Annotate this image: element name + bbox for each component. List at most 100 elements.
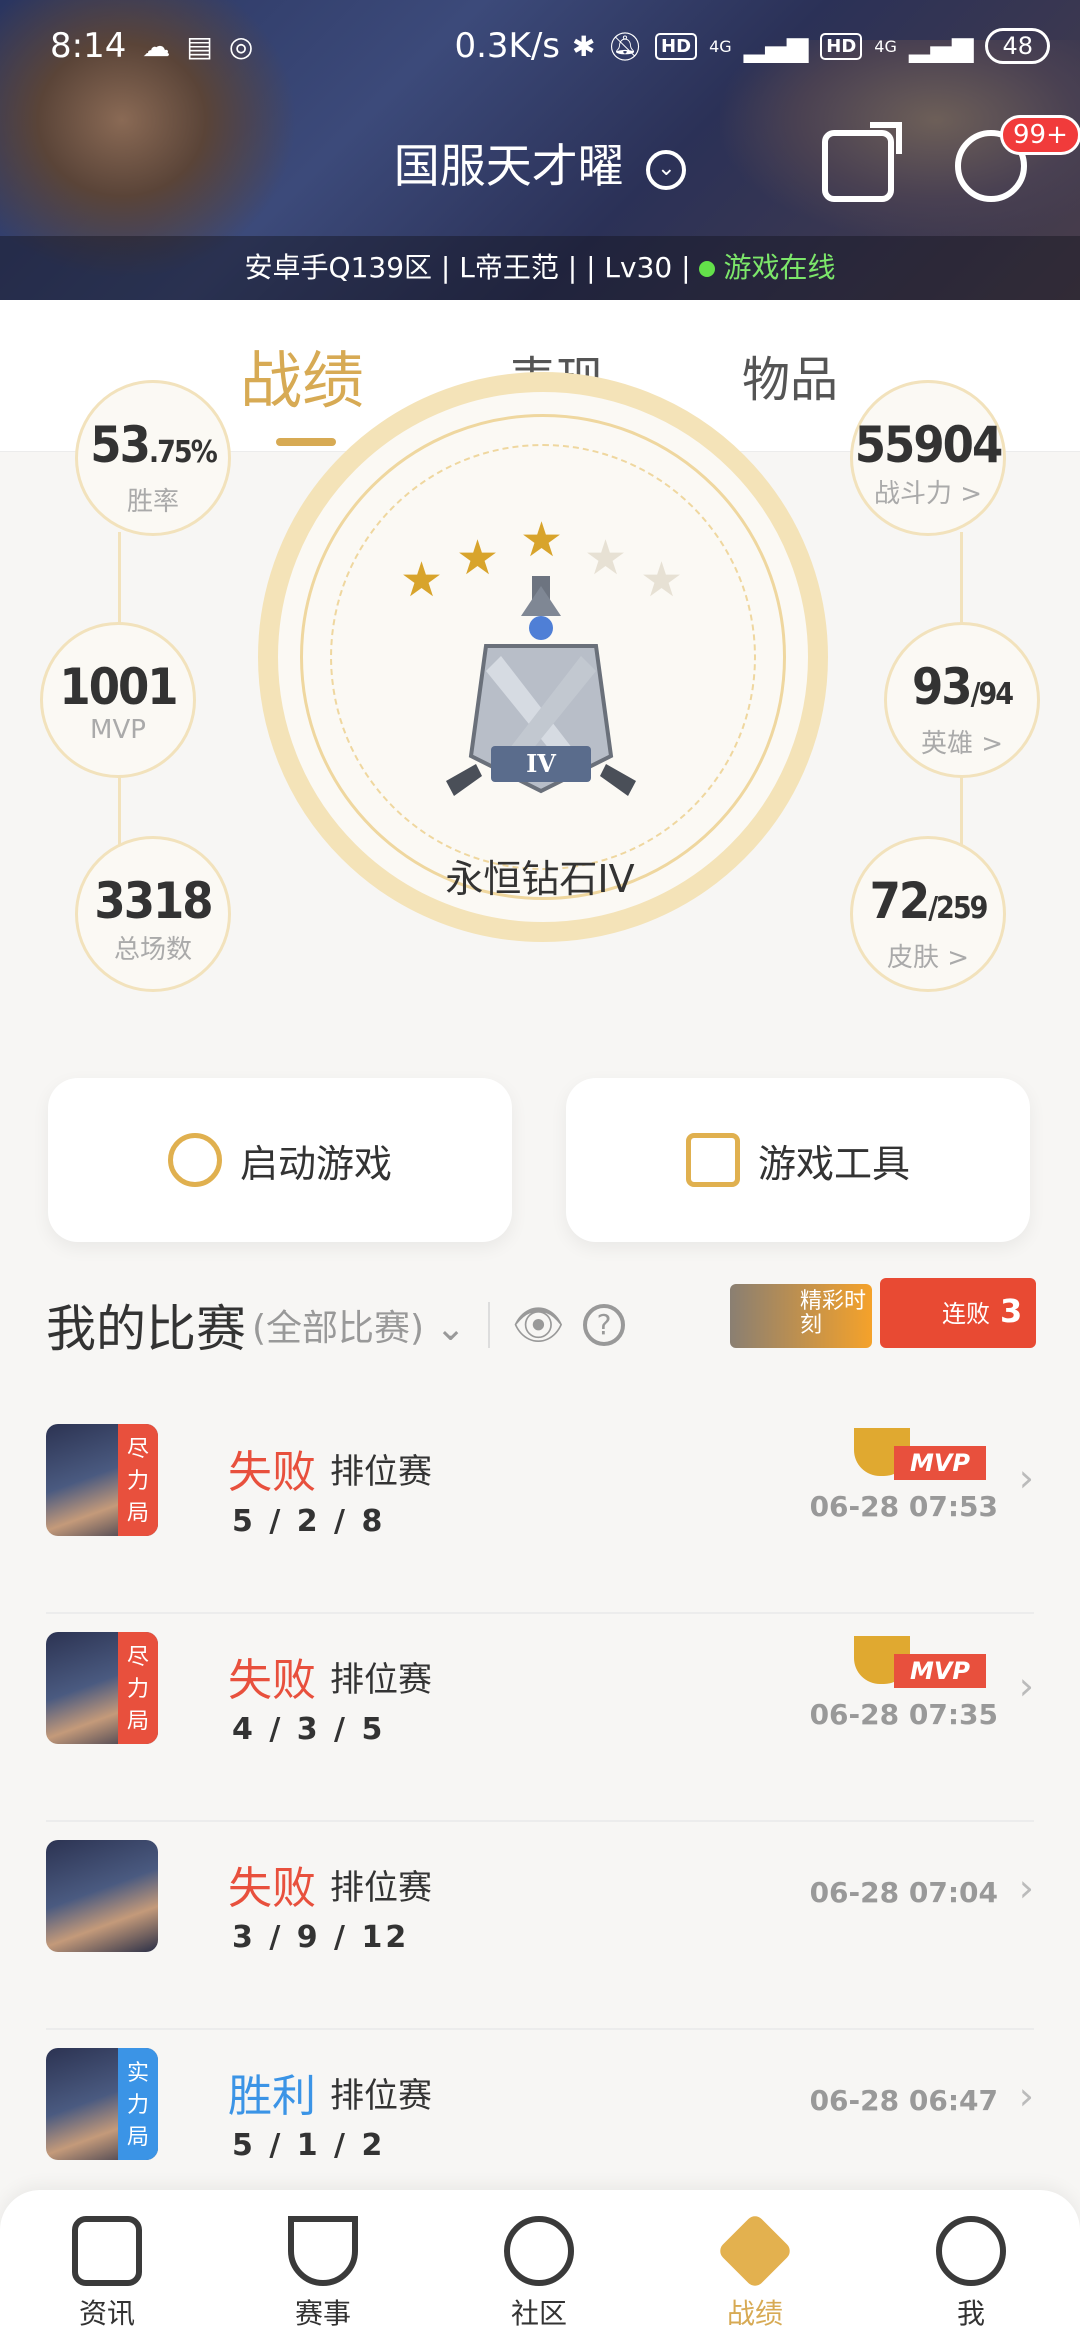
heroes-total: /94 (970, 677, 1014, 712)
skins-value: 72 (869, 872, 931, 930)
match-row[interactable]: 尽力局 失败 排位赛 4 / 3 / 5 MVP 06-28 07:35 › (46, 1614, 1034, 1822)
hero-avatar (46, 1840, 158, 1952)
online-dot-icon (699, 261, 716, 277)
divider (487, 1302, 490, 1348)
match-tag: 尽力局 (118, 1632, 158, 1744)
match-time: 06-28 06:47 (809, 2084, 998, 2117)
stat-power[interactable]: 55904 战斗力 > (850, 380, 1006, 536)
winrate-decimal: .75% (148, 435, 218, 470)
game-tools-button[interactable]: 游戏工具 (566, 1078, 1030, 1242)
heroes-label: 英雄 > (920, 729, 1004, 759)
stat-winrate: 53.75% 胜率 (75, 380, 231, 536)
streak-badge[interactable]: 连败 3 (880, 1278, 1036, 1348)
mvp-label: MVP (90, 715, 146, 745)
account-name: 国服天才曜 (393, 139, 624, 193)
star-empty-icon: ★ (640, 552, 684, 608)
match-filter-dropdown[interactable]: (全部比赛) ⌄ (252, 1299, 466, 1351)
nav-events-label: 赛事 (294, 2297, 351, 2330)
match-kda: 4 / 3 / 5 (232, 1712, 386, 1747)
account-info-bar: 安卓手Q139区 | L帝王范 | | Lv30 | 游戏在线 (0, 236, 1080, 300)
match-result: 失败 (228, 1655, 316, 1706)
profile-header: 8:14 ☁ ▤ ◎ 0.3K/s ✱ 🔕︎ HD 4G ▂▄▆ HD 4G ▂… (0, 0, 1080, 300)
total-games-value: 3318 (94, 872, 213, 930)
skins-total: /259 (928, 891, 988, 926)
account-switcher[interactable]: 国服天才曜 ⌄ (0, 130, 1080, 196)
nav-me[interactable]: 我 (911, 2216, 1031, 2332)
total-games-label: 总场数 (113, 935, 192, 965)
nav-events[interactable]: 赛事 (263, 2216, 383, 2332)
message-badge: 99+ (1000, 115, 1080, 155)
stat-skins[interactable]: 72/259 皮肤 > (850, 836, 1006, 992)
match-time: 06-28 07:04 (809, 1876, 998, 1909)
tab-items[interactable]: 物品 (742, 340, 838, 410)
app-notification-icon: ◎ (228, 29, 254, 63)
game-tools-label: 游戏工具 (757, 1141, 910, 1186)
net-speed: 0.3K/s (454, 26, 561, 66)
star-icon: ★ (520, 512, 564, 568)
signal-icon: ▂▄▆ (743, 29, 809, 63)
match-result: 胜利 (228, 2071, 316, 2122)
nav-record[interactable]: 战绩 (695, 2212, 815, 2332)
battery-icon: 48 (985, 28, 1050, 64)
chevron-down-icon: ⌄ (646, 149, 687, 190)
match-kda: 3 / 9 / 12 (232, 1920, 410, 1955)
status-time: 8:14 (50, 26, 127, 66)
rank-overview: ★ ★ ★ ★ ★ IV 永恒钻石IV 53.75% 胜率 1001 MVP 3… (0, 372, 1080, 1012)
mute-icon: 🔕︎ (607, 29, 644, 63)
account-info: 安卓手Q139区 | L帝王范 | | Lv30 | (244, 251, 700, 284)
network-type-2: 4G (874, 36, 897, 56)
match-kda: 5 / 1 / 2 (232, 2128, 386, 2163)
nav-community[interactable]: 社区 (479, 2216, 599, 2332)
start-game-button[interactable]: 启动游戏 (48, 1078, 512, 1242)
mvp-badge: MVP (854, 1636, 986, 1694)
chevron-right-icon: › (1018, 1664, 1034, 1708)
match-filter-label: (全部比赛) (252, 1308, 425, 1349)
hero-avatar: 实力局 (46, 2048, 158, 2160)
match-tag: 尽力局 (118, 1424, 158, 1536)
match-mode: 排位赛 (330, 1660, 432, 1700)
stat-heroes[interactable]: 93/94 英雄 > (884, 622, 1040, 778)
hero-avatar: 尽力局 (46, 1424, 158, 1536)
chevron-right-icon: › (1018, 1456, 1034, 1500)
signal-icon-2: ▂▄▆ (908, 29, 974, 63)
toolbox-icon (685, 1133, 740, 1187)
hd-badge: HD (655, 32, 698, 60)
game-launch-icon (167, 1133, 222, 1187)
notification-icon: ▤ (186, 29, 213, 63)
nav-news-label: 资讯 (78, 2297, 135, 2330)
power-label: 战斗力 > (873, 479, 983, 509)
eye-icon[interactable]: 👁︎ (512, 1300, 565, 1350)
match-mode: 排位赛 (330, 2076, 432, 2116)
streak-label: 连败 (942, 1300, 990, 1328)
emblem-tier: IV (526, 749, 556, 778)
tab-record[interactable]: 战绩 (240, 330, 364, 420)
match-result: 失败 (228, 1447, 316, 1498)
chevron-right-icon: › (1018, 1866, 1034, 1910)
match-tag: 实力局 (118, 2048, 158, 2160)
match-row[interactable]: 失败 排位赛 3 / 9 / 12 06-28 07:04 › (46, 1822, 1034, 2030)
trophy-icon (288, 2216, 358, 2286)
winrate-value: 53 (90, 416, 151, 474)
power-value: 55904 (854, 416, 1004, 474)
matches-title: 我的比赛 (46, 1300, 246, 1358)
online-status: 游戏在线 (723, 251, 836, 284)
start-game-label: 启动游戏 (239, 1141, 392, 1186)
match-row[interactable]: 尽力局 失败 排位赛 5 / 2 / 8 MVP 06-28 07:53 › (46, 1406, 1034, 1614)
nav-community-label: 社区 (510, 2297, 567, 2330)
stat-mvp: 1001 MVP (40, 622, 196, 778)
chevron-down-icon: ⌄ (435, 1308, 466, 1349)
winrate-label: 胜率 (126, 487, 179, 517)
share-icon[interactable] (822, 130, 894, 202)
mvp-label: MVP (894, 1654, 986, 1688)
tab-underline (276, 438, 336, 446)
nav-news[interactable]: 资讯 (47, 2216, 167, 2332)
news-icon (72, 2216, 142, 2286)
match-mode: 排位赛 (330, 1452, 432, 1492)
nav-record-label: 战绩 (726, 2297, 783, 2330)
highlights-button[interactable]: 精彩时刻 (730, 1284, 872, 1348)
help-icon[interactable]: ? (583, 1304, 626, 1346)
bluetooth-icon: ✱ (572, 29, 596, 63)
streak-count: 3 (1000, 1292, 1023, 1330)
match-time: 06-28 07:35 (809, 1698, 998, 1731)
nav-me-label: 我 (956, 2297, 985, 2330)
